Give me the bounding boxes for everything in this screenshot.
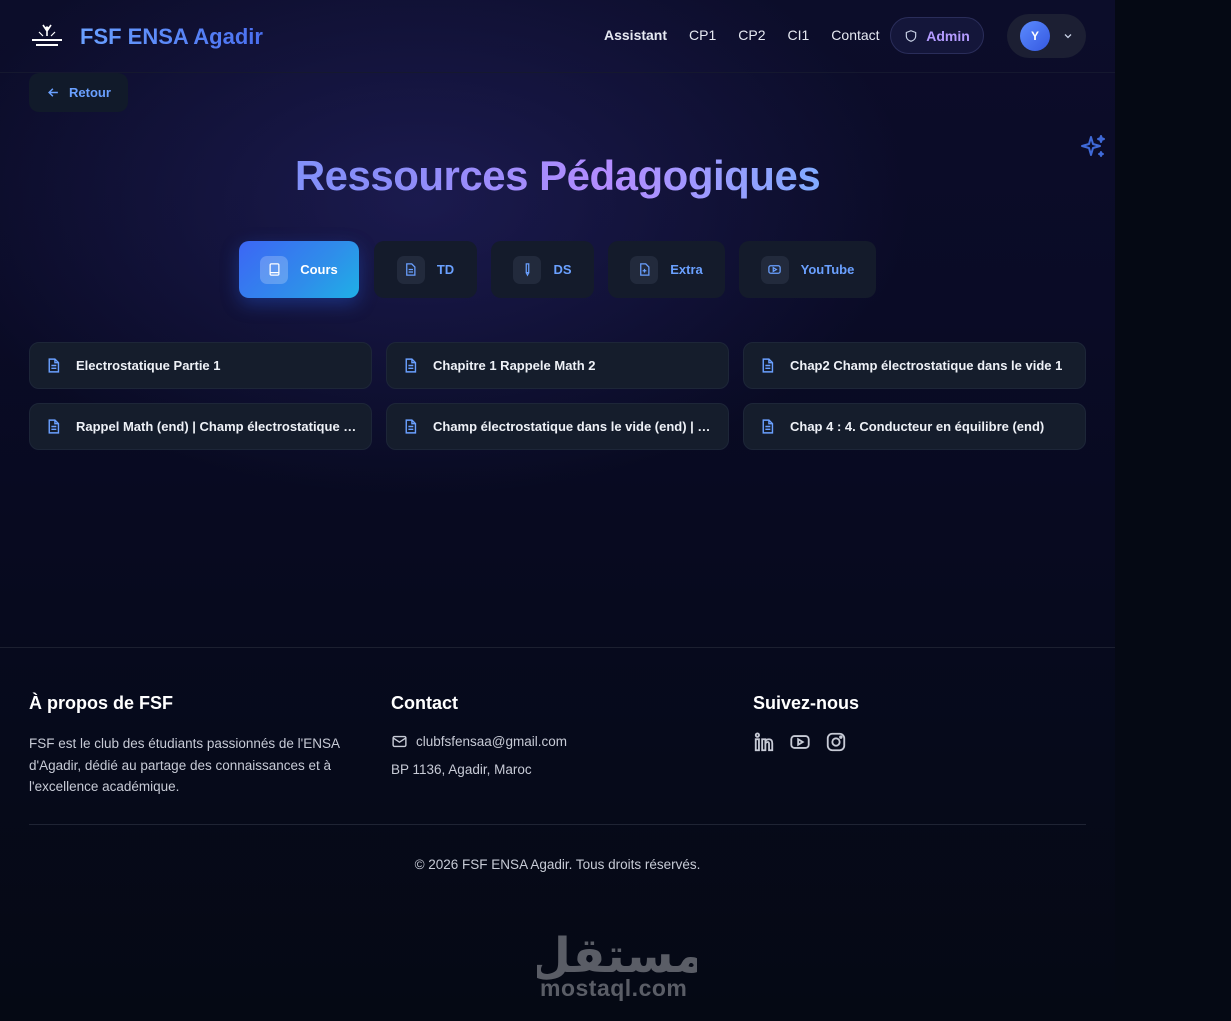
resource-title: Electrostatique Partie 1 [76, 358, 221, 373]
file-text-icon [405, 419, 417, 434]
resource-title: Chapitre 1 Rappele Math 2 [433, 358, 596, 373]
tab-cours[interactable]: Cours [239, 241, 359, 298]
instagram-icon[interactable] [825, 731, 847, 753]
copyright: © 2026 FSF ENSA Agadir. Tous droits rése… [414, 857, 701, 872]
svg-text:مستقل: مستقل [537, 928, 697, 982]
file-plus-icon [630, 255, 659, 284]
youtube-icon[interactable] [789, 731, 811, 753]
file-text-icon [48, 358, 60, 373]
resource-card[interactable]: Chap2 Champ électrostatique dans le vide… [743, 342, 1086, 389]
avatar: Y [1020, 21, 1050, 51]
tab-label: YouTube [800, 262, 855, 277]
footer-email[interactable]: clubfsfensaa@gmail.com [391, 733, 567, 750]
chevron-down-icon [1064, 34, 1072, 39]
resource-title: Rappel Math (end) | Champ électrostatiqu… [76, 419, 361, 434]
brand-name[interactable]: FSF ENSA Agadir [80, 24, 263, 50]
resource-card[interactable]: Chap 4 : 4. Conducteur en équilibre (end… [743, 403, 1086, 450]
tab-label: Cours [300, 262, 338, 277]
pencil-icon [513, 255, 542, 284]
watermark-logo: مستقل [537, 928, 697, 982]
resource-title: Chap2 Champ électrostatique dans le vide… [790, 358, 1063, 373]
footer-about-title: À propos de FSF [29, 693, 173, 713]
nav-link-contact[interactable]: Contact [831, 27, 879, 43]
nav-link-ci1[interactable]: CI1 [788, 27, 810, 43]
tab-label: DS [553, 262, 572, 277]
social-links [753, 731, 847, 753]
nav-link-cp1[interactable]: CP1 [689, 27, 716, 43]
nav-links: Assistant CP1 CP2 CI1 Contact [604, 27, 902, 43]
footer-address: BP 1136, Agadir, Maroc [391, 762, 532, 777]
footer-contact-title: Contact [391, 693, 458, 713]
tab-extra[interactable]: Extra [608, 241, 725, 298]
resource-title: Champ électrostatique dans le vide (end)… [433, 419, 718, 434]
footer-divider-top [0, 647, 1115, 648]
file-text-icon [396, 255, 425, 284]
page-title-word-1: Ressources [294, 152, 528, 199]
file-text-icon [762, 358, 774, 373]
tab-label: TD [436, 262, 455, 277]
watermark-text: mostaql.com [540, 975, 688, 1001]
back-button[interactable]: Retour [29, 73, 128, 112]
page-edge [1115, 0, 1231, 1021]
admin-button[interactable]: Admin [890, 17, 984, 54]
tab-label: Extra [670, 262, 703, 277]
footer-about-text: FSF est le club des étudiants passionnés… [29, 736, 340, 794]
shield-icon [905, 29, 917, 42]
file-text-icon [405, 358, 417, 373]
admin-label: Admin [926, 27, 970, 44]
app-background: FSF ENSA Agadir Assistant CP1 CP2 CI1 Co… [0, 0, 1115, 1021]
resource-card[interactable]: Electrostatique Partie 1 [29, 342, 372, 389]
tab-youtube[interactable]: YouTube [739, 241, 876, 298]
page-title-word-2: Pédagogiques [539, 152, 821, 199]
club-logo[interactable] [28, 22, 66, 50]
book-icon [260, 255, 289, 284]
top-navbar: FSF ENSA Agadir Assistant CP1 CP2 CI1 Co… [0, 0, 1115, 73]
footer-follow-title: Suivez-nous [753, 693, 860, 713]
nav-link-cp2[interactable]: CP2 [738, 27, 765, 43]
arrow-left-icon [48, 88, 58, 97]
mail-icon [392, 735, 407, 748]
back-label: Retour [69, 85, 111, 100]
nav-link-assistant[interactable]: Assistant [604, 27, 667, 43]
resource-card[interactable]: Champ électrostatique dans le vide (end)… [386, 403, 729, 450]
user-menu-button[interactable]: Y [1007, 14, 1086, 58]
resource-card[interactable]: Rappel Math (end) | Champ électrostatiqu… [29, 403, 372, 450]
file-text-icon [762, 419, 774, 434]
tab-td[interactable]: TD [374, 241, 477, 298]
file-text-icon [48, 419, 60, 434]
footer-divider [29, 824, 1086, 825]
youtube-icon [760, 255, 789, 284]
footer-email-text: clubfsfensaa@gmail.com [416, 734, 568, 749]
linkedin-icon[interactable] [753, 731, 775, 753]
page-title: Ressources Pédagogiques [0, 152, 1115, 200]
tab-ds[interactable]: DS [491, 241, 594, 298]
resource-title: Chap 4 : 4. Conducteur en équilibre (end… [790, 419, 1045, 434]
resource-card[interactable]: Chapitre 1 Rappele Math 2 [386, 342, 729, 389]
